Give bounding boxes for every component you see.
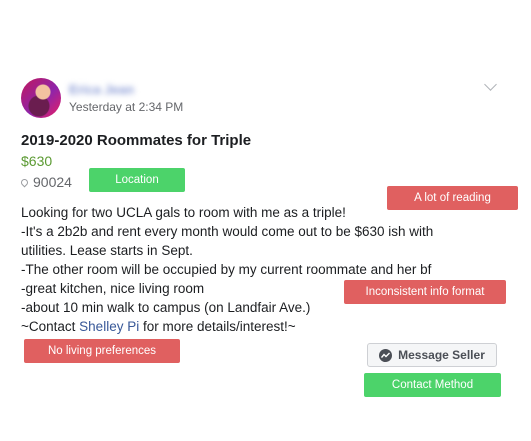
description-line: ~Contact Shelley Pi for more details/int… [21, 317, 491, 336]
description-line: -It's a 2b2b and rent every month would … [21, 224, 434, 239]
chevron-down-icon[interactable] [484, 78, 497, 91]
annotation-contact-method: Contact Method [364, 373, 501, 397]
listing-description: Looking for two UCLA gals to room with m… [21, 203, 491, 336]
map-pin-icon [19, 177, 30, 187]
description-line: utilities. Lease starts in Sept. [21, 243, 193, 258]
listing-zip: 90024 [33, 174, 72, 190]
annotation-location: Location [89, 168, 185, 192]
message-seller-label: Message Seller [398, 348, 485, 362]
messenger-icon [379, 348, 393, 362]
message-seller-button[interactable]: Message Seller [367, 343, 497, 367]
contact-prefix: ~Contact [21, 319, 80, 334]
listing-location: 90024 [19, 174, 72, 190]
annotation-inconsistent-info-format: Inconsistent info format [344, 280, 506, 304]
author-name[interactable]: Erica Jean [69, 82, 134, 97]
listing-title: 2019-2020 Roommates for Triple [21, 132, 252, 149]
description-line: Looking for two UCLA gals to room with m… [21, 205, 346, 220]
description-line: -The other room will be occupied by my c… [21, 262, 432, 277]
contact-link[interactable]: Shelley Pi [79, 319, 139, 334]
contact-suffix: for more details/interest!~ [139, 319, 296, 334]
avatar[interactable] [21, 78, 61, 118]
listing-price: $630 [21, 153, 53, 169]
annotation-no-living-preferences: No living preferences [24, 339, 180, 363]
post-timestamp[interactable]: Yesterday at 2:34 PM [69, 100, 183, 114]
